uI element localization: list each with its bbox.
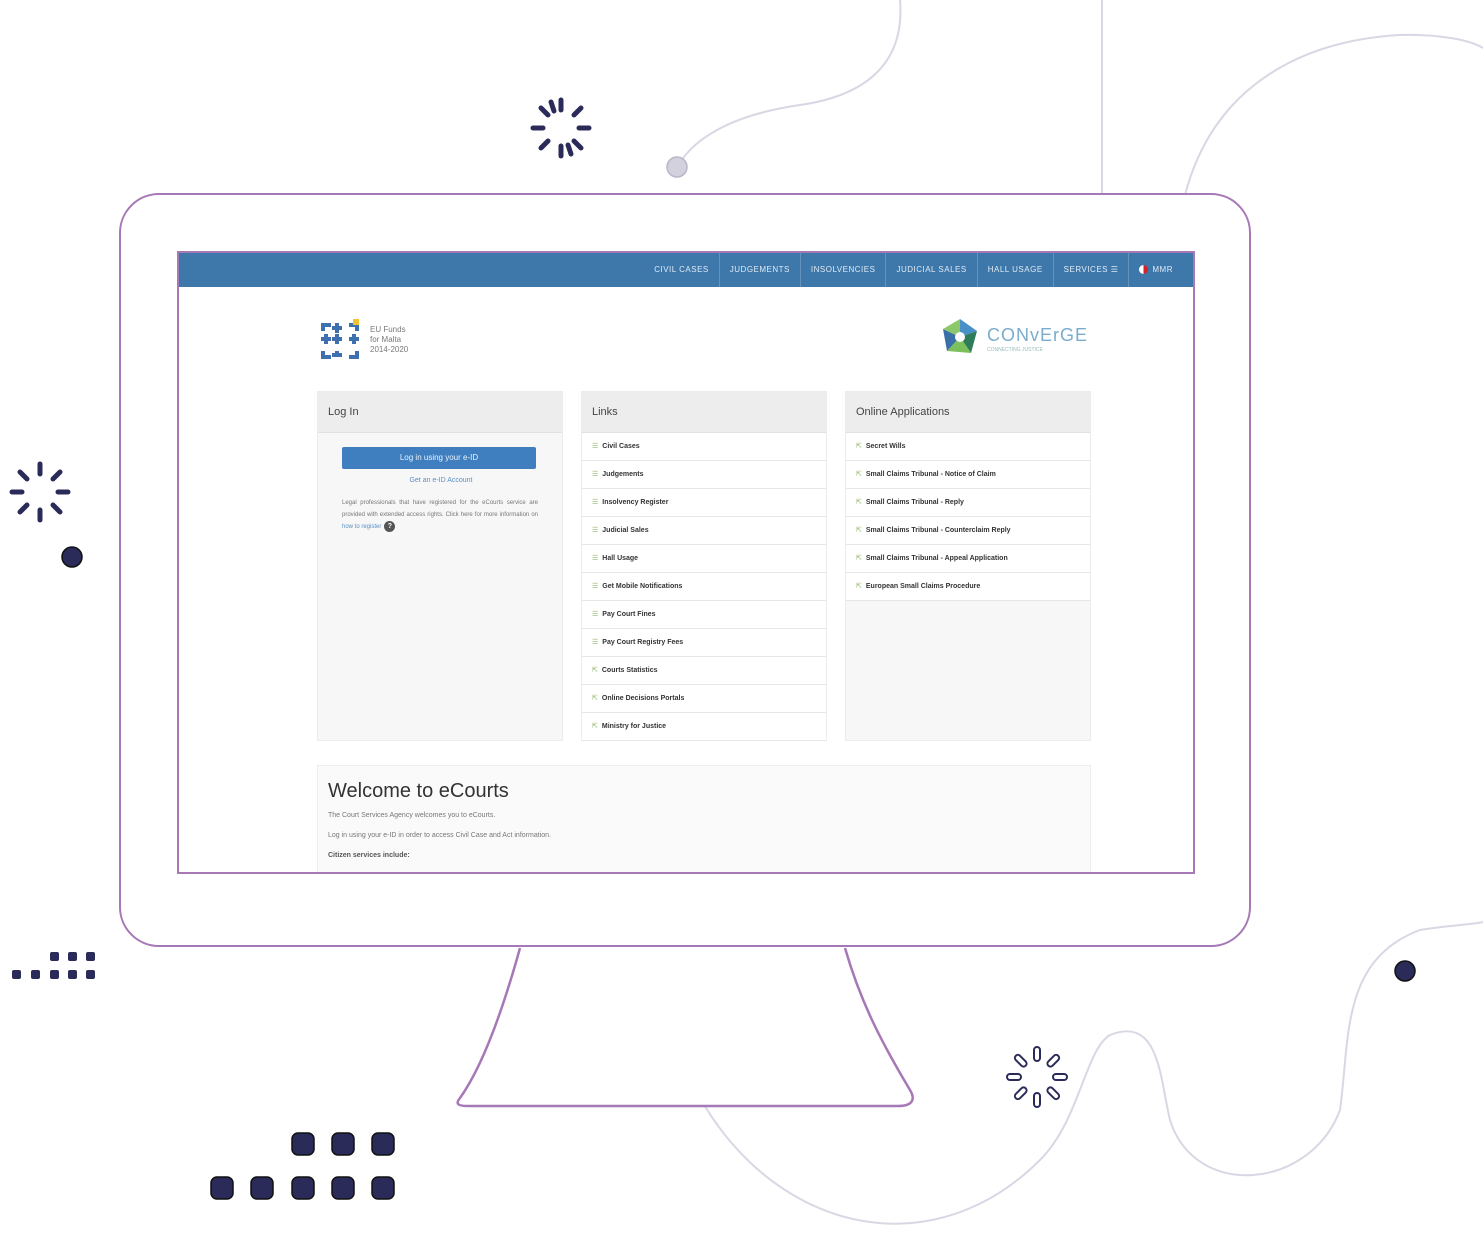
external-link-icon: ⇱ [592, 667, 598, 674]
external-link-icon: ⇱ [592, 723, 598, 730]
welcome-section: Welcome to eCourts The Court Services Ag… [317, 765, 1091, 872]
nav-insolvencies[interactable]: INSOLVENCIES [801, 253, 887, 287]
how-to-register-link[interactable]: how to register [342, 524, 381, 530]
login-panel: Log In Log in using your e-ID Get an e-I… [317, 391, 563, 741]
link-judgements[interactable]: ☰ Judgements [582, 461, 826, 489]
links-panel: Links ☰ Civil Cases ☰ Judgements ☰ Insolven… [581, 391, 827, 741]
page-icon: ☰ [592, 555, 599, 562]
eu-line-2: for Malta [370, 335, 402, 344]
link-pay-registry-fees[interactable]: ☰ Pay Court Registry Fees [582, 629, 826, 657]
login-panel-title: Log In [318, 392, 562, 433]
malta-flag-icon [1139, 265, 1149, 275]
external-link-icon: ⇱ [856, 583, 862, 590]
welcome-line-2: Log in using your e-ID in order to acces… [328, 832, 551, 839]
link-label: Insolvency Register [602, 499, 669, 506]
link-mobile-notifications[interactable]: ☰ Get Mobile Notifications [582, 573, 826, 601]
app-reply[interactable]: ⇱ Small Claims Tribunal - Reply [846, 489, 1090, 517]
external-link-icon: ⇱ [592, 695, 598, 702]
link-label: Ministry for Justice [601, 723, 667, 730]
external-link-icon: ⇱ [856, 443, 862, 450]
nav-civil-cases[interactable]: CIVIL CASES [644, 253, 720, 287]
welcome-line-1: The Court Services Agency welcomes you t… [328, 812, 496, 819]
page-icon: ☰ [592, 639, 599, 646]
link-label: Pay Court Registry Fees [602, 639, 684, 646]
nav-language[interactable]: MMR [1129, 253, 1183, 287]
link-courts-statistics[interactable]: ⇱ Courts Statistics [582, 657, 826, 685]
link-judicial-sales[interactable]: ☰ Judicial Sales [582, 517, 826, 545]
page-icon: ☰ [592, 471, 599, 478]
page-icon: ☰ [592, 443, 599, 450]
ecourts-screen: CIVIL CASES JUDGEMENTS INSOLVENCIES JUDI… [177, 251, 1195, 874]
online-applications-panel: Online Applications ⇱ Secret Wills ⇱ Small… [845, 391, 1091, 741]
external-link-icon: ⇱ [856, 499, 862, 506]
links-panel-title: Links [582, 392, 826, 433]
link-civil-cases[interactable]: ☰ Civil Cases [582, 433, 826, 461]
app-label: Secret Wills [865, 443, 906, 450]
login-eid-button[interactable]: Log in using your e-ID [342, 447, 536, 469]
nav-judicial-sales[interactable]: JUDICIAL SALES [886, 253, 978, 287]
eu-funds-logo: EU Funds for Malta 2014-2020 [319, 319, 419, 363]
converge-emblem-icon [943, 319, 977, 353]
help-icon[interactable]: ? [384, 521, 396, 532]
external-link-icon: ⇱ [856, 527, 862, 534]
applications-panel-title: Online Applications [846, 392, 1090, 433]
link-label: Hall Usage [602, 555, 639, 562]
external-link-icon: ⇱ [856, 555, 862, 562]
get-eid-account-link[interactable]: Get an e-ID Account [318, 477, 564, 484]
app-label: Small Claims Tribunal - Notice of Claim [865, 471, 996, 478]
page-icon: ☰ [592, 527, 599, 534]
link-label: Pay Court Fines [602, 611, 656, 618]
page-icon: ☰ [592, 611, 599, 618]
link-label: Courts Statistics [601, 667, 658, 674]
language-label: MMR [1152, 265, 1173, 274]
app-label: Small Claims Tribunal - Counterclaim Rep… [865, 527, 1011, 534]
welcome-title: Welcome to eCourts [328, 780, 509, 802]
login-description-text: Legal professionals that have registered… [342, 500, 538, 518]
converge-tagline: CONNECTING JUSTICE [987, 347, 1043, 353]
app-secret-wills[interactable]: ⇱ Secret Wills [846, 433, 1090, 461]
app-label: Small Claims Tribunal - Reply [865, 499, 964, 506]
link-label: Get Mobile Notifications [602, 583, 683, 590]
eu-line-1: EU Funds [370, 325, 406, 334]
link-label: Judgements [602, 471, 644, 478]
app-appeal-application[interactable]: ⇱ Small Claims Tribunal - Appeal Applicat… [846, 545, 1090, 573]
converge-wordmark: CONvErGE [987, 325, 1089, 345]
link-hall-usage[interactable]: ☰ Hall Usage [582, 545, 826, 573]
external-link-icon: ⇱ [856, 471, 862, 478]
eu-funds-text: EU Funds for Malta 2014-2020 [370, 325, 408, 355]
nav-hall-usage[interactable]: HALL USAGE [978, 253, 1054, 287]
eu-crosses-icon [321, 319, 359, 359]
link-pay-court-fines[interactable]: ☰ Pay Court Fines [582, 601, 826, 629]
nav-services[interactable]: SERVICES ☰ [1054, 253, 1130, 287]
login-description: Legal professionals that have registered… [342, 497, 538, 533]
link-label: Judicial Sales [602, 527, 649, 534]
page-icon: ☰ [592, 499, 599, 506]
link-label: Civil Cases [602, 443, 640, 450]
eu-line-3: 2014-2020 [370, 345, 409, 354]
app-label: Small Claims Tribunal - Appeal Applicati… [865, 555, 1008, 562]
link-ministry-justice[interactable]: ⇱ Ministry for Justice [582, 713, 826, 741]
link-insolvency-register[interactable]: ☰ Insolvency Register [582, 489, 826, 517]
app-label: European Small Claims Procedure [865, 583, 981, 590]
converge-logo: CONvErGE CONNECTING JUSTICE [939, 317, 1089, 359]
page-icon: ☰ [592, 583, 599, 590]
app-notice-of-claim[interactable]: ⇱ Small Claims Tribunal - Notice of Claim [846, 461, 1090, 489]
nav-judgements[interactable]: JUDGEMENTS [720, 253, 801, 287]
welcome-line-3: Citizen services include: [328, 852, 410, 859]
top-navbar: CIVIL CASES JUDGEMENTS INSOLVENCIES JUDI… [179, 253, 1193, 287]
app-european-small-claims[interactable]: ⇱ European Small Claims Procedure [846, 573, 1090, 601]
app-counterclaim-reply[interactable]: ⇱ Small Claims Tribunal - Counterclaim Re… [846, 517, 1090, 545]
link-online-decisions[interactable]: ⇱ Online Decisions Portals [582, 685, 826, 713]
link-label: Online Decisions Portals [601, 695, 685, 702]
